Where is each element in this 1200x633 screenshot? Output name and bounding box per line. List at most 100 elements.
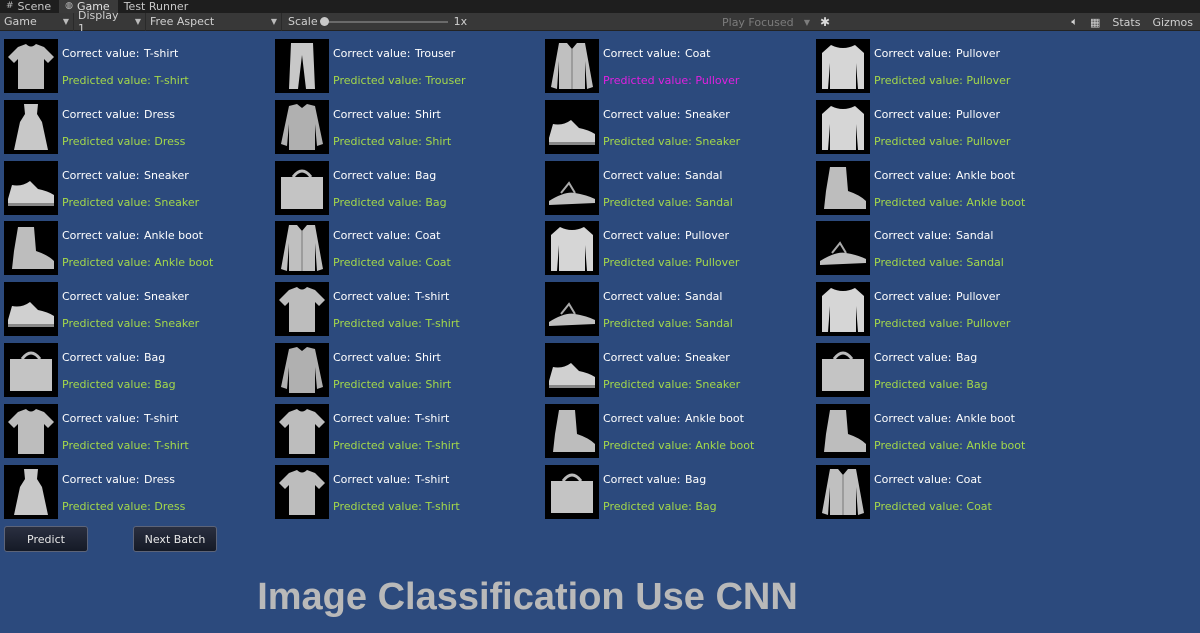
correct-value-prefix: Correct value: — [603, 47, 681, 60]
speaker-icon[interactable]: 🔈︎ — [1068, 13, 1081, 31]
sneaker-icon — [8, 181, 54, 206]
prediction-cell: Correct value: Coat Predicted value: Pullo… — [541, 39, 811, 95]
gizmos-button[interactable]: Gizmos — [1149, 13, 1196, 31]
predicted-value-label: Predicted value: Ankle boot — [874, 196, 1026, 209]
predict-button[interactable]: Predict — [4, 526, 88, 552]
prediction-cell: Correct value: Coat Predicted value: Coat — [271, 221, 541, 277]
predicted-value-label: Predicted value: Sneaker — [603, 378, 741, 391]
sample-image — [275, 221, 329, 275]
correct-value-label: Correct value: Ankle boot — [874, 412, 1015, 425]
boot-icon — [824, 167, 866, 209]
correct-value-label: Correct value: Bag — [333, 169, 436, 182]
correct-value: Pullover — [685, 229, 730, 242]
correct-value-label: Correct value: Bag — [62, 351, 165, 364]
sample-image — [4, 404, 58, 458]
correct-value-prefix: Correct value: — [62, 108, 140, 121]
predicted-value-label: Predicted value: Ankle boot — [62, 256, 214, 269]
correct-value: Sneaker — [685, 351, 730, 364]
predicted-value-label: Predicted value: Bag — [333, 196, 447, 209]
chevron-down-icon: ▼ — [270, 17, 277, 26]
prediction-cell: Correct value: Dress Predicted value: Dres… — [0, 465, 270, 521]
sample-image — [545, 282, 599, 336]
correct-value: Bag — [415, 169, 437, 182]
game-viewport: Correct value: T-shirt Predicted value: T-… — [0, 31, 1200, 633]
next-batch-button[interactable]: Next Batch — [133, 526, 217, 552]
sneaker-icon — [549, 120, 595, 145]
boot-icon — [553, 410, 595, 452]
correct-value-prefix: Correct value: — [333, 290, 411, 303]
predicted-value-label: Predicted value: T-shirt — [333, 439, 460, 452]
predicted-value-label: Predicted value: Sandal — [603, 317, 733, 330]
sample-image — [545, 221, 599, 275]
correct-value-prefix: Correct value: — [603, 169, 681, 182]
display-dropdown[interactable]: Display 1 ▼ — [74, 9, 146, 35]
predicted-value-label: Predicted value: Bag — [62, 378, 176, 391]
pullover-icon — [822, 45, 864, 89]
sneaker-icon — [8, 302, 54, 327]
correct-value-prefix: Correct value: — [333, 351, 411, 364]
correct-value-prefix: Correct value: — [603, 229, 681, 242]
view-mode-dropdown[interactable]: Game ▼ — [0, 12, 74, 31]
correct-value-label: Correct value: Bag — [603, 473, 706, 486]
correct-value: Ankle boot — [956, 412, 1015, 425]
sample-image — [816, 404, 870, 458]
tshirt-icon — [279, 470, 325, 515]
correct-value-prefix: Correct value: — [874, 229, 952, 242]
sample-image — [275, 465, 329, 519]
correct-value-prefix: Correct value: — [62, 169, 140, 182]
predicted-value-label: Predicted value: Shirt — [333, 135, 452, 148]
sample-image — [545, 343, 599, 397]
correct-value: Coat — [956, 473, 982, 486]
sample-image — [275, 100, 329, 154]
tab-test-runner[interactable]: Test Runner — [118, 0, 197, 13]
predicted-value-label: Predicted value: Sneaker — [62, 317, 200, 330]
scale-slider-handle[interactable] — [319, 16, 329, 26]
correct-value-label: Correct value: Sandal — [603, 169, 722, 182]
sample-image — [4, 39, 58, 93]
correct-value: T-shirt — [415, 473, 450, 486]
correct-value-label: Correct value: T-shirt — [62, 412, 178, 425]
prediction-cell: Correct value: Shirt Predicted value: Shir… — [271, 100, 541, 156]
predicted-value-label: Predicted value: Sandal — [874, 256, 1004, 269]
correct-value: Ankle boot — [956, 169, 1015, 182]
scale-slider[interactable] — [319, 16, 448, 26]
correct-value: Shirt — [415, 108, 441, 121]
predicted-value-label: Predicted value: T-shirt — [62, 74, 189, 87]
correct-value-label: Correct value: Sandal — [874, 229, 993, 242]
correct-value-label: Correct value: Sneaker — [603, 108, 730, 121]
prediction-cell: Correct value: Sneaker Predicted value: Sn… — [541, 343, 811, 399]
predicted-value-label: Predicted value: T-shirt — [333, 500, 460, 513]
boot-icon — [824, 410, 866, 452]
correct-value: T-shirt — [144, 47, 179, 60]
predicted-value-label: Predicted value: Trouser — [333, 74, 466, 87]
prediction-cell: Correct value: Coat Predicted value: Coat — [812, 465, 1082, 521]
bag-icon — [10, 351, 52, 391]
prediction-cell: Correct value: Ankle boot Predicted value:… — [812, 161, 1082, 217]
bug-icon[interactable]: ✱ — [817, 14, 833, 30]
correct-value-prefix: Correct value: — [874, 47, 952, 60]
pullover-icon — [822, 106, 864, 150]
tab-label: Scene — [17, 0, 52, 13]
prediction-cell: Correct value: T-shirt Predicted value: T-… — [0, 404, 270, 460]
correct-value: Dress — [144, 473, 175, 486]
grid-icon: # — [6, 1, 14, 11]
play-mode-dropdown[interactable]: Play Focused ▼ — [718, 13, 814, 31]
prediction-cell: Correct value: Sneaker Predicted value: Sn… — [541, 100, 811, 156]
correct-value-label: Correct value: Pullover — [874, 47, 1000, 60]
correct-value: Bag — [956, 351, 978, 364]
boot-icon — [12, 227, 54, 269]
stats-button[interactable]: Stats — [1109, 13, 1143, 31]
correct-value: T-shirt — [144, 412, 179, 425]
prediction-cell: Correct value: Pullover Predicted value: P… — [812, 39, 1082, 95]
page-title: Image Classification Use CNN — [257, 576, 798, 618]
aspect-dropdown[interactable]: Free Aspect ▼ — [146, 12, 282, 31]
keyboard-icon[interactable]: ▦ — [1087, 13, 1103, 31]
correct-value: Sneaker — [685, 108, 730, 121]
correct-value-label: Correct value: Ankle boot — [603, 412, 744, 425]
correct-value-label: Correct value: Trouser — [333, 47, 455, 60]
predicted-value-label: Predicted value: Sneaker — [62, 196, 200, 209]
tab-scene[interactable]: # Scene — [0, 0, 59, 13]
chevron-down-icon: ▼ — [62, 17, 69, 26]
prediction-cell: Correct value: Bag Predicted value: Bag — [812, 343, 1082, 399]
sample-image — [4, 100, 58, 154]
